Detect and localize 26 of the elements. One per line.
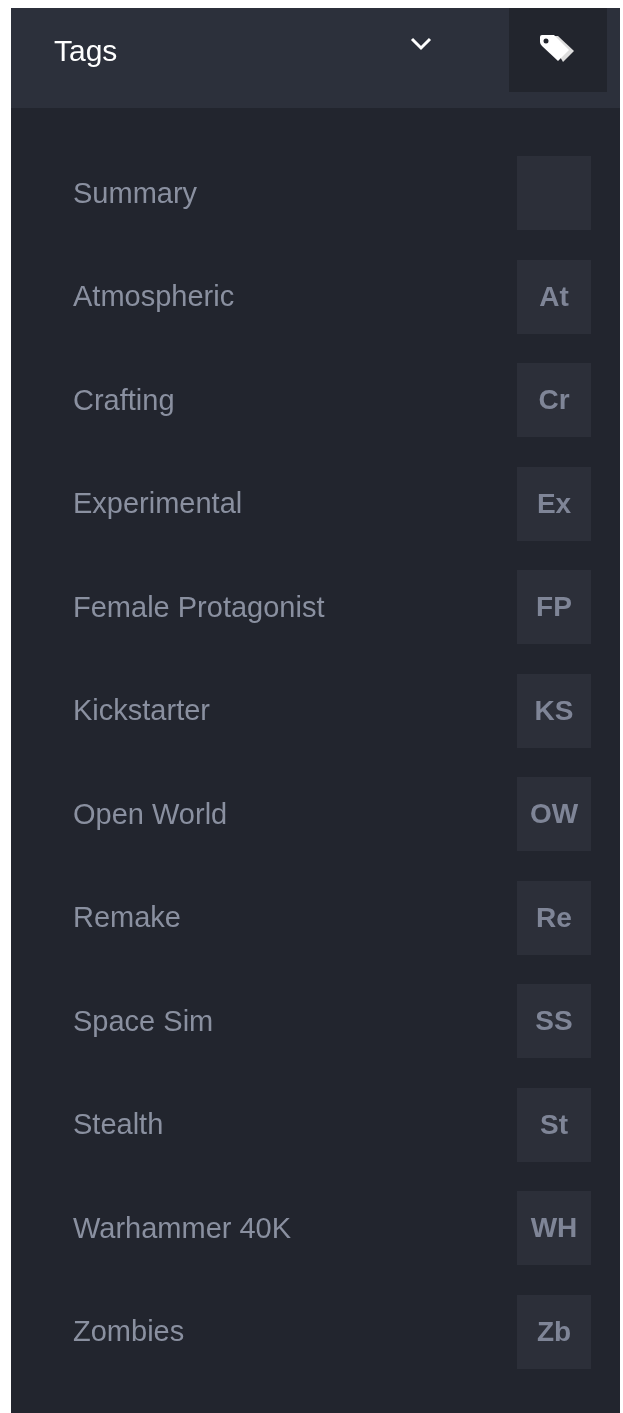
- tag-badge: SS: [517, 984, 591, 1058]
- tag-label[interactable]: Remake: [73, 901, 181, 934]
- chevron-down-icon[interactable]: [409, 36, 433, 52]
- tag-badge: Cr: [517, 363, 591, 437]
- tag-button[interactable]: [509, 8, 607, 92]
- tag-badge: Ex: [517, 466, 591, 541]
- tag-label[interactable]: Stealth: [73, 1108, 164, 1141]
- tag-badge: FP: [517, 570, 591, 644]
- tag-badge: Re: [517, 880, 591, 955]
- tag-label[interactable]: Atmospheric: [73, 280, 235, 313]
- tag-label[interactable]: Space Sim: [73, 1004, 214, 1038]
- tag-badge: OW: [517, 777, 591, 851]
- tag-label[interactable]: Female Protagonist: [73, 590, 325, 624]
- tag-badge: KS: [517, 673, 591, 748]
- tag-label[interactable]: Zombies: [73, 1315, 185, 1348]
- panel-title: Tags: [54, 34, 119, 68]
- tag-badge: Zb: [517, 1294, 591, 1369]
- tag-badge: WH: [517, 1191, 591, 1265]
- tag-badge: St: [517, 1087, 591, 1162]
- tag-label[interactable]: Open World: [73, 797, 228, 831]
- tag-label[interactable]: Crafting: [73, 383, 175, 417]
- tag-badge: At: [517, 259, 591, 334]
- tag-label[interactable]: Experimental: [73, 487, 243, 520]
- tag-label[interactable]: Kickstarter: [73, 694, 210, 727]
- tag-label[interactable]: Warhammer 40K: [73, 1211, 292, 1245]
- tag-label[interactable]: Summary: [73, 176, 198, 210]
